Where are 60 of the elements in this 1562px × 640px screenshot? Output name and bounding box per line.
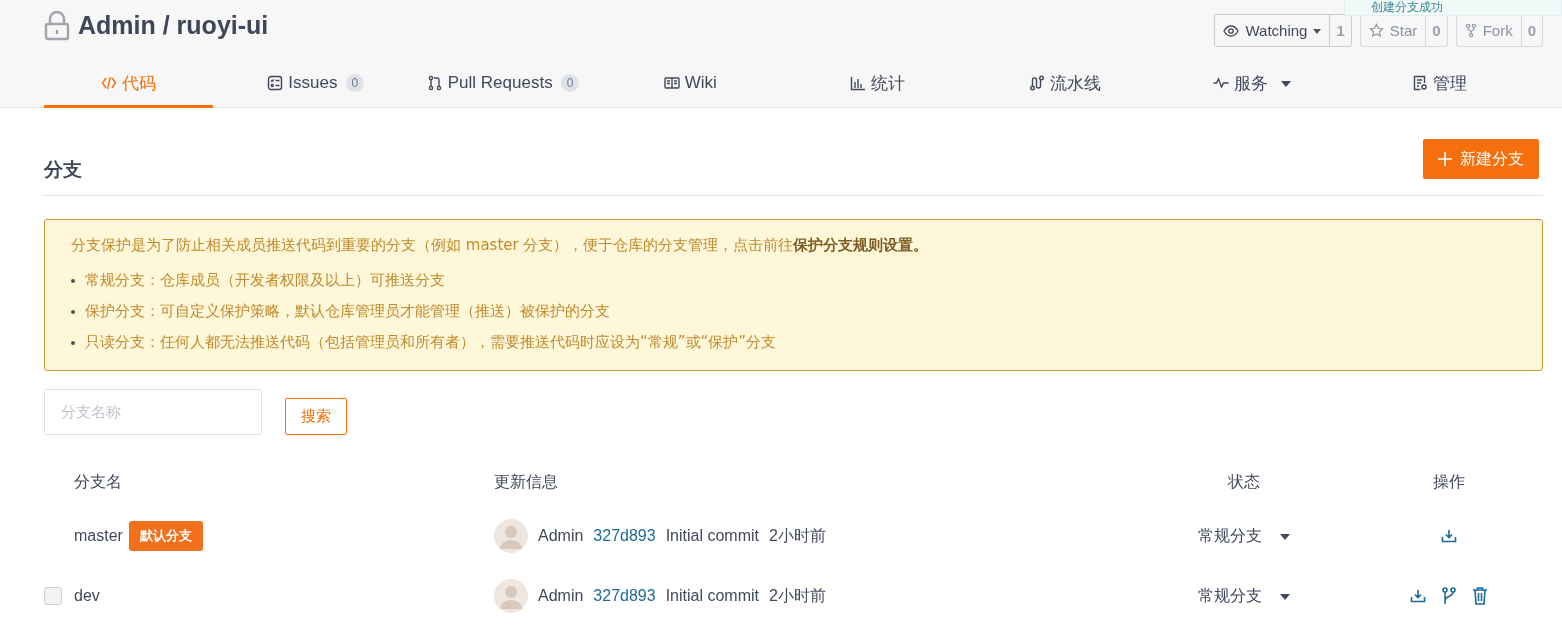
eye-icon [1223,24,1240,37]
nav-tab[interactable]: 流水线 [980,61,1150,108]
pipeline-icon [1028,75,1045,91]
book-icon [663,75,680,91]
default-branch-badge: 默认分支 [128,521,203,551]
pulse-icon [1213,75,1230,91]
commit-link[interactable]: 327d893 [593,527,656,545]
branch-search-field[interactable]: 分支名称 [44,389,262,435]
nav-tab[interactable]: 服务 [1167,61,1337,108]
delete-icon[interactable] [1471,587,1488,605]
download-icon[interactable] [1440,529,1457,543]
count-label: 1 [1335,21,1346,41]
code-icon [101,75,117,91]
plus-icon [1438,152,1452,166]
author-name[interactable]: Admin [538,587,584,605]
column-header: 分支名 [74,472,122,493]
bullet-icon [71,340,75,345]
watch-button[interactable]: Watching [1215,15,1331,46]
fork-icon [1464,23,1477,38]
lock-icon [44,10,70,41]
notice-text: 分支保护是为了防止相关成员推送代码到重要的分支（例如 master 分支），便于仓库的分支管理，点击前往保护分支规则设置。 [71,236,930,255]
star-icon [1368,23,1384,38]
commit-message: Initial commit [665,587,759,605]
watch-button-group[interactable]: Watching 1 [1214,14,1352,47]
success-toast: 创建分支成功 [1344,0,1562,16]
nav-tab[interactable]: 管理 [1354,61,1524,108]
bar-chart-icon [850,75,867,91]
repo-title[interactable]: Admin / ruoyi-ui [78,11,269,40]
commit-time: 2小时前 [769,585,826,606]
section-title: 分支 [44,157,82,182]
download-icon[interactable] [1409,589,1426,603]
nav-tab[interactable]: Issues 0 [231,61,401,108]
row-checkbox[interactable] [44,587,62,605]
count-label: 0 [1526,21,1537,41]
nav-tab[interactable]: Wiki [605,61,775,108]
author-name[interactable]: Admin [538,527,584,545]
commit-message: Initial commit [665,527,759,545]
branch-name[interactable]: dev [74,587,100,605]
branch-name[interactable]: master [74,527,123,545]
status-dropdown[interactable]: 常规分支 [1198,525,1290,547]
pull-request-icon [426,75,443,91]
avatar [494,519,528,553]
nav-tab[interactable]: 统计 [793,61,963,108]
nav-tab[interactable]: Pull Requests 0 [418,61,588,108]
commit-link[interactable]: 327d893 [593,587,656,605]
notice-item: 保护分支：可自定义保护策略，默认仓库管理员才能管理（推送）被保护的分支 [85,302,610,321]
status-dropdown[interactable]: 常规分支 [1198,585,1290,607]
document-icon [1411,75,1428,91]
column-header: 操作 [1432,472,1465,493]
notice-item: 只读分支：任何人都无法推送代码（包括管理员和所有者），需要推送代码时应设为“常规”或“保护”分支 [85,333,777,352]
branch-icon[interactable] [1441,587,1456,605]
column-header: 状态 [1228,472,1260,493]
avatar [494,579,528,613]
bullet-icon [71,309,75,314]
notice-item: 常规分支：仓库成员（开发者权限及以上）可推送分支 [85,271,445,290]
checklist-icon [267,75,284,91]
commit-time: 2小时前 [769,525,826,546]
column-header: 更新信息 [494,472,558,493]
bullet-icon [71,278,75,283]
count-label: 0 [1431,21,1442,41]
